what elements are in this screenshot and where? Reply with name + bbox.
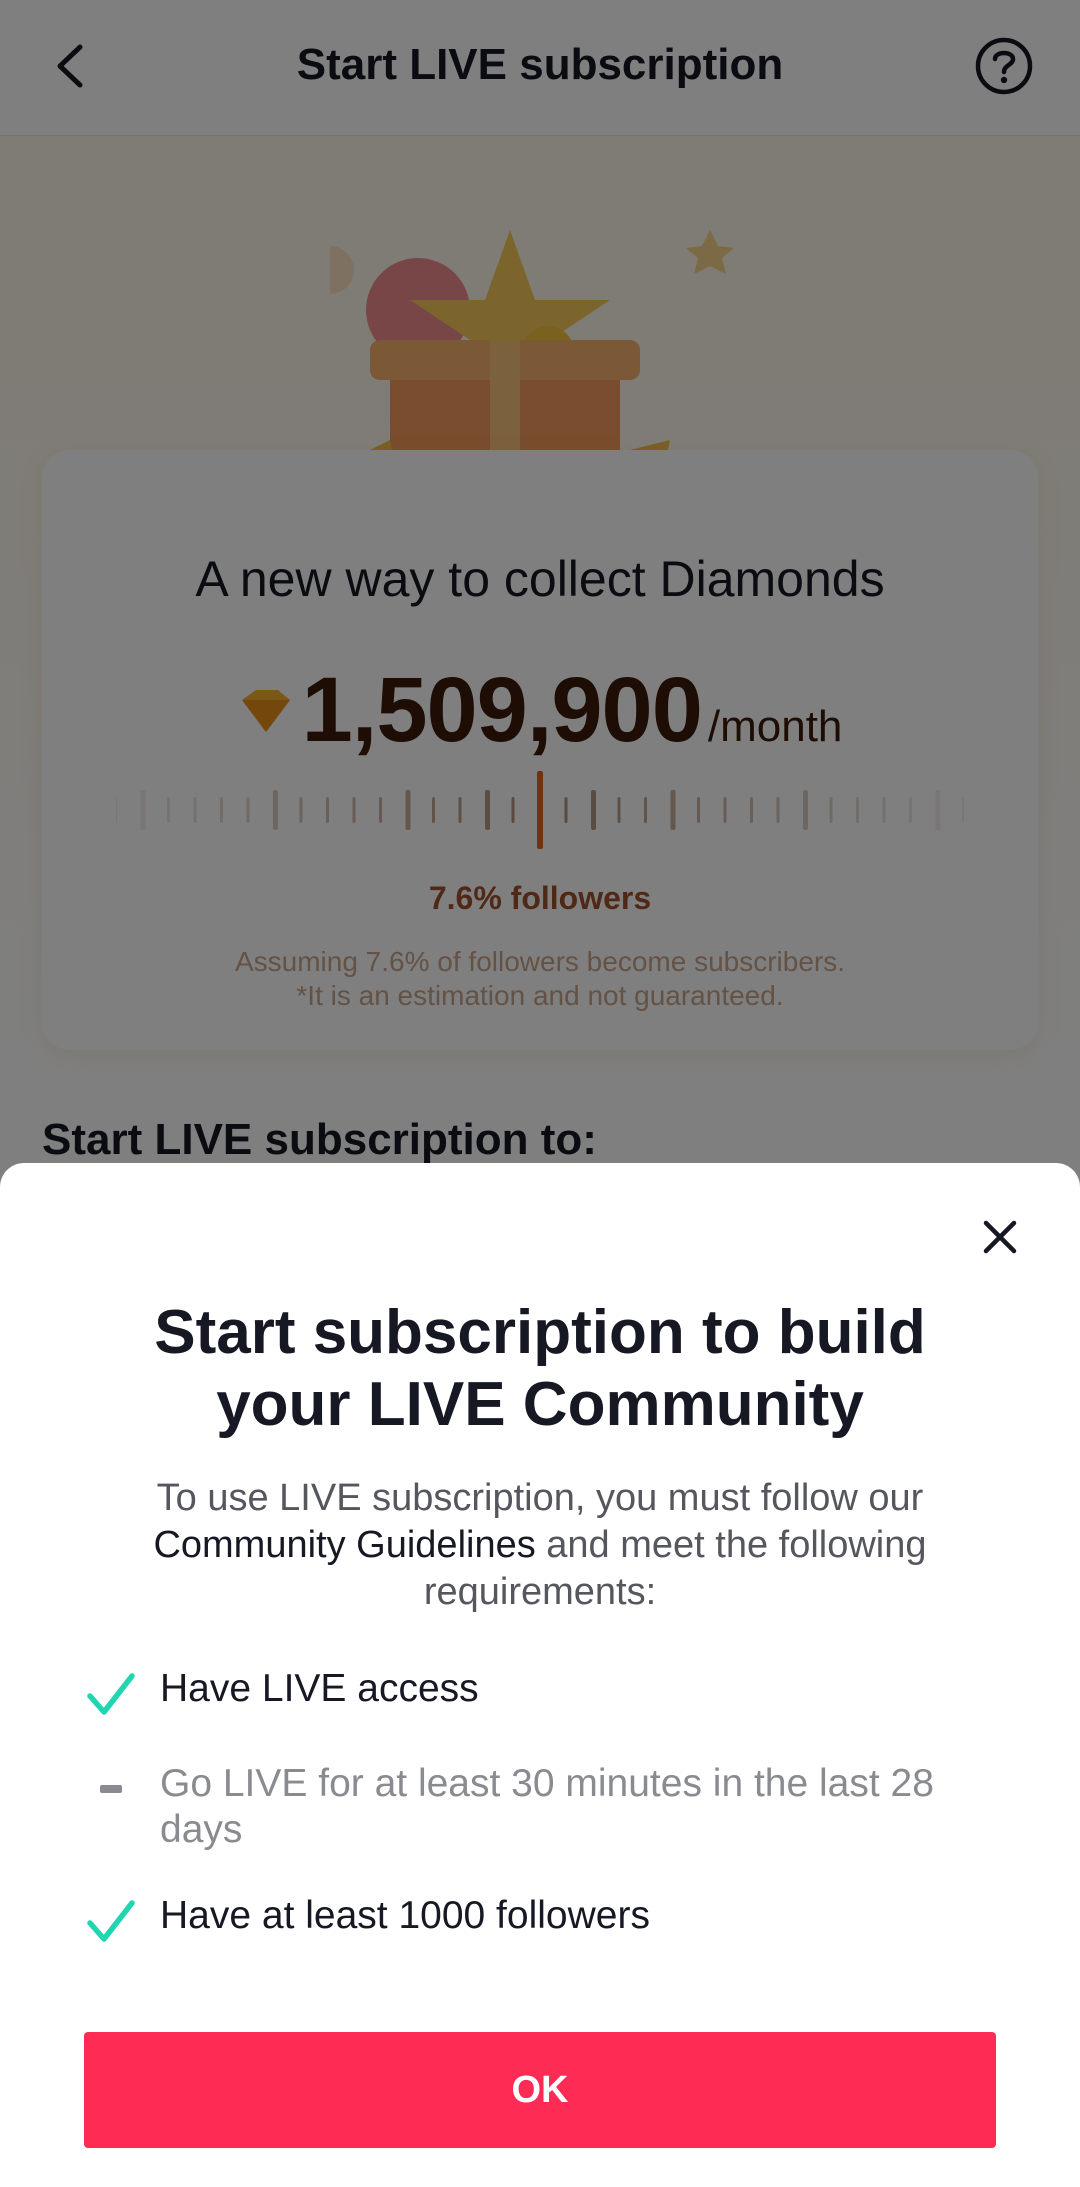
requirement-item: Go LIVE for at least 30 minutes in the l… [84,1761,1004,1853]
requirement-label: Have at least 1000 followers [160,1894,650,1937]
requirement-label: Go LIVE for at least 30 minutes in the l… [160,1762,934,1851]
dash-icon [84,1761,140,1817]
check-icon [84,1893,140,1949]
sheet-title: Start subscription to build your LIVE Co… [154,1298,926,1439]
sheet-description: To use LIVE subscription, you must follo… [70,1475,1010,1616]
requirement-item: Have at least 1000 followers [84,1893,1004,1949]
check-icon [84,1666,140,1722]
close-icon [983,1220,1017,1254]
ok-button[interactable]: OK [84,2032,996,2148]
community-guidelines-link[interactable]: Community Guidelines [153,1524,535,1566]
close-button[interactable] [970,1207,1030,1267]
description-text-before: To use LIVE subscription, you must follo… [156,1477,924,1519]
requirements-sheet: Start subscription to build your LIVE Co… [0,1163,1080,2187]
requirement-label: Have LIVE access [160,1667,479,1710]
requirement-item: Have LIVE access [84,1666,1004,1722]
